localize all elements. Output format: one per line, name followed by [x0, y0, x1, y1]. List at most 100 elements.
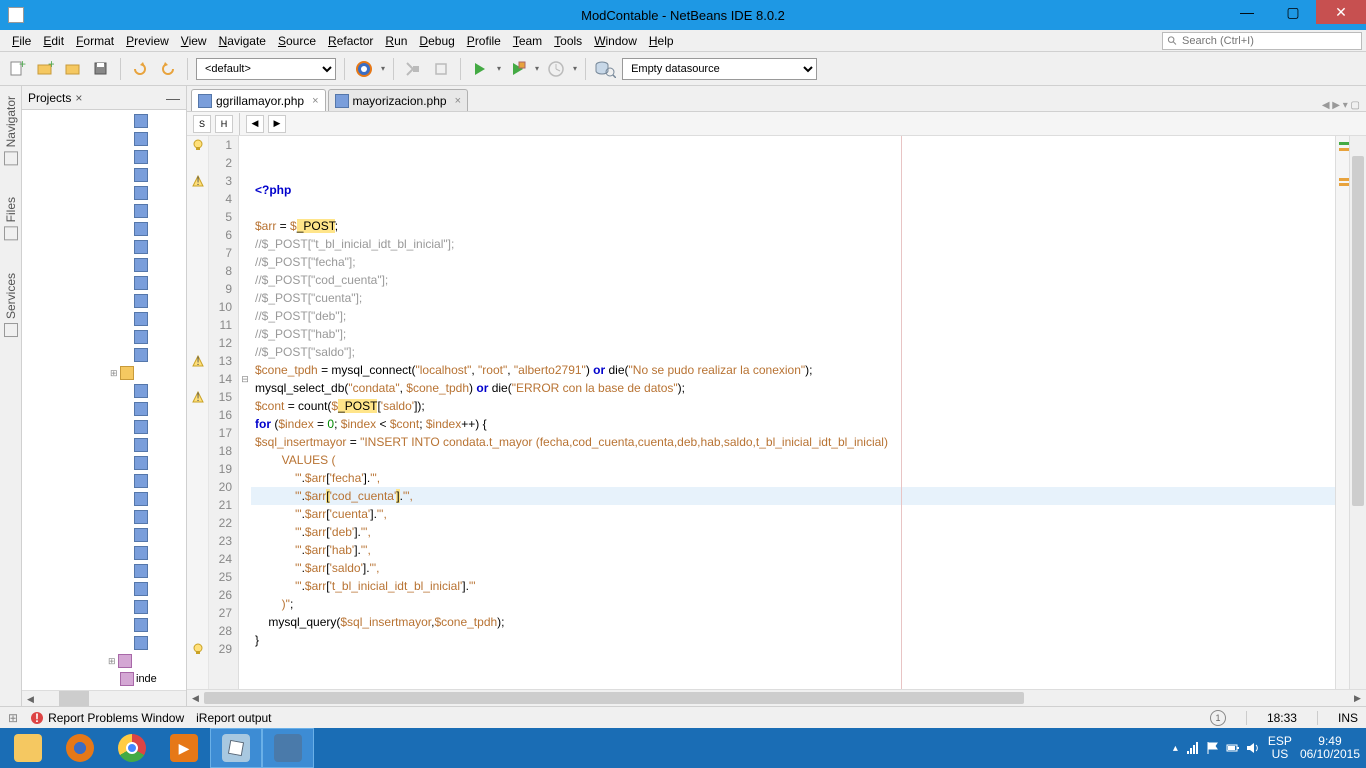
- taskbar-chrome[interactable]: [106, 728, 158, 768]
- clean-build-button[interactable]: [430, 58, 452, 80]
- save-all-button[interactable]: [90, 58, 112, 80]
- close-button[interactable]: ✕: [1316, 0, 1366, 24]
- tree-item[interactable]: [24, 526, 184, 544]
- taskbar-media[interactable]: ▶: [158, 728, 210, 768]
- fold-margin[interactable]: ⊟: [239, 136, 251, 689]
- new-file-button[interactable]: +: [6, 58, 28, 80]
- tree-item[interactable]: [24, 490, 184, 508]
- ireport-output-link[interactable]: iReport output: [196, 711, 271, 725]
- tree-item[interactable]: [24, 256, 184, 274]
- menu-preview[interactable]: Preview: [120, 32, 175, 50]
- tab-close-icon[interactable]: ×: [312, 95, 318, 107]
- run-button[interactable]: [469, 58, 491, 80]
- menu-run[interactable]: Run: [379, 32, 413, 50]
- search-box[interactable]: [1162, 32, 1362, 50]
- undo-button[interactable]: [129, 58, 151, 80]
- tab-ggrillamayor.php[interactable]: ggrillamayor.php×: [191, 89, 326, 111]
- tree-item[interactable]: [24, 130, 184, 148]
- tree-item[interactable]: [24, 112, 184, 130]
- tree-item[interactable]: [24, 238, 184, 256]
- tree-item[interactable]: inde: [24, 670, 184, 688]
- rail-files[interactable]: Files: [4, 191, 18, 246]
- menu-navigate[interactable]: Navigate: [213, 32, 272, 50]
- tree-item[interactable]: [24, 400, 184, 418]
- menu-debug[interactable]: Debug: [413, 32, 460, 50]
- tree-item[interactable]: [24, 472, 184, 490]
- taskbar-firefox[interactable]: [54, 728, 106, 768]
- menu-source[interactable]: Source: [272, 32, 322, 50]
- editor-hscroll[interactable]: ◀▶: [187, 689, 1366, 706]
- notifications-badge[interactable]: 1: [1210, 710, 1226, 726]
- menu-file[interactable]: File: [6, 32, 37, 50]
- tree-item[interactable]: [24, 310, 184, 328]
- search-input[interactable]: [1182, 35, 1357, 47]
- projects-minimize-button[interactable]: —: [166, 90, 180, 106]
- et-back[interactable]: ◀: [246, 115, 264, 133]
- report-problems-link[interactable]: ! Report Problems Window: [30, 711, 184, 725]
- tree-item[interactable]: [24, 598, 184, 616]
- debug-button[interactable]: [507, 58, 529, 80]
- editor-vscroll[interactable]: [1349, 136, 1366, 689]
- menu-format[interactable]: Format: [70, 32, 120, 50]
- tree-item[interactable]: [24, 274, 184, 292]
- tree-item[interactable]: [24, 184, 184, 202]
- overview-ruler[interactable]: [1335, 136, 1349, 689]
- et-fwd[interactable]: ▶: [268, 115, 286, 133]
- menu-help[interactable]: Help: [643, 32, 680, 50]
- tree-item[interactable]: [24, 346, 184, 364]
- redo-button[interactable]: [157, 58, 179, 80]
- menu-team[interactable]: Team: [507, 32, 548, 50]
- new-project-button[interactable]: +: [34, 58, 56, 80]
- datasource-icon[interactable]: [594, 58, 616, 80]
- tree-item[interactable]: [24, 580, 184, 598]
- code-editor[interactable]: <?php$arr = $_POST;//$_POST["t_bl_inicia…: [251, 136, 1335, 689]
- tray-show-hidden[interactable]: ▴: [1173, 743, 1178, 754]
- tab-mayorizacion.php[interactable]: mayorizacion.php×: [328, 89, 469, 111]
- tray-clock[interactable]: 9:4906/10/2015: [1300, 735, 1360, 761]
- taskbar-explorer[interactable]: [2, 728, 54, 768]
- menu-refactor[interactable]: Refactor: [322, 32, 379, 50]
- tree-item[interactable]: [24, 328, 184, 346]
- tree-item[interactable]: [24, 418, 184, 436]
- menu-profile[interactable]: Profile: [461, 32, 507, 50]
- tree-item[interactable]: [24, 436, 184, 454]
- tree-item[interactable]: [24, 634, 184, 652]
- config-combo[interactable]: <default>: [196, 58, 336, 80]
- tree-item[interactable]: [24, 616, 184, 634]
- tree-item[interactable]: [24, 454, 184, 472]
- taskbar-netbeans[interactable]: [210, 728, 262, 768]
- maximize-button[interactable]: ▢: [1270, 0, 1316, 24]
- tree-item[interactable]: [24, 292, 184, 310]
- tree-item[interactable]: [24, 544, 184, 562]
- tree-hscroll[interactable]: ◀: [22, 690, 186, 706]
- tabs-nav[interactable]: ◀ ▶ ▾ ▢: [1322, 100, 1366, 111]
- menu-tools[interactable]: Tools: [548, 32, 588, 50]
- tab-close-icon[interactable]: ×: [455, 95, 461, 107]
- taskbar-app[interactable]: [262, 728, 314, 768]
- minimize-button[interactable]: —: [1224, 0, 1270, 24]
- tree-item[interactable]: [24, 220, 184, 238]
- datasource-combo[interactable]: Empty datasource: [622, 58, 817, 80]
- tray-lang[interactable]: ESPUS: [1268, 735, 1292, 761]
- project-tree[interactable]: ⊞ ⊞ inde: [22, 110, 186, 690]
- tree-item[interactable]: [24, 166, 184, 184]
- projects-close-button[interactable]: ×: [75, 91, 82, 105]
- browser-icon[interactable]: [353, 58, 375, 80]
- tree-item[interactable]: ⊞: [24, 364, 184, 382]
- tree-item[interactable]: [24, 508, 184, 526]
- open-button[interactable]: [62, 58, 84, 80]
- et-source[interactable]: S: [193, 115, 211, 133]
- tree-item[interactable]: [24, 202, 184, 220]
- flag-icon[interactable]: [1206, 741, 1220, 755]
- tree-item[interactable]: ⊞: [24, 652, 184, 670]
- menu-view[interactable]: View: [175, 32, 213, 50]
- rail-services[interactable]: Services: [4, 267, 18, 343]
- menu-window[interactable]: Window: [588, 32, 643, 50]
- wifi-icon[interactable]: [1186, 741, 1200, 755]
- build-button[interactable]: [402, 58, 424, 80]
- tree-item[interactable]: [24, 148, 184, 166]
- et-history[interactable]: H: [215, 115, 233, 133]
- tree-item[interactable]: [24, 382, 184, 400]
- rail-navigator[interactable]: Navigator: [4, 90, 18, 171]
- volume-icon[interactable]: [1246, 741, 1260, 755]
